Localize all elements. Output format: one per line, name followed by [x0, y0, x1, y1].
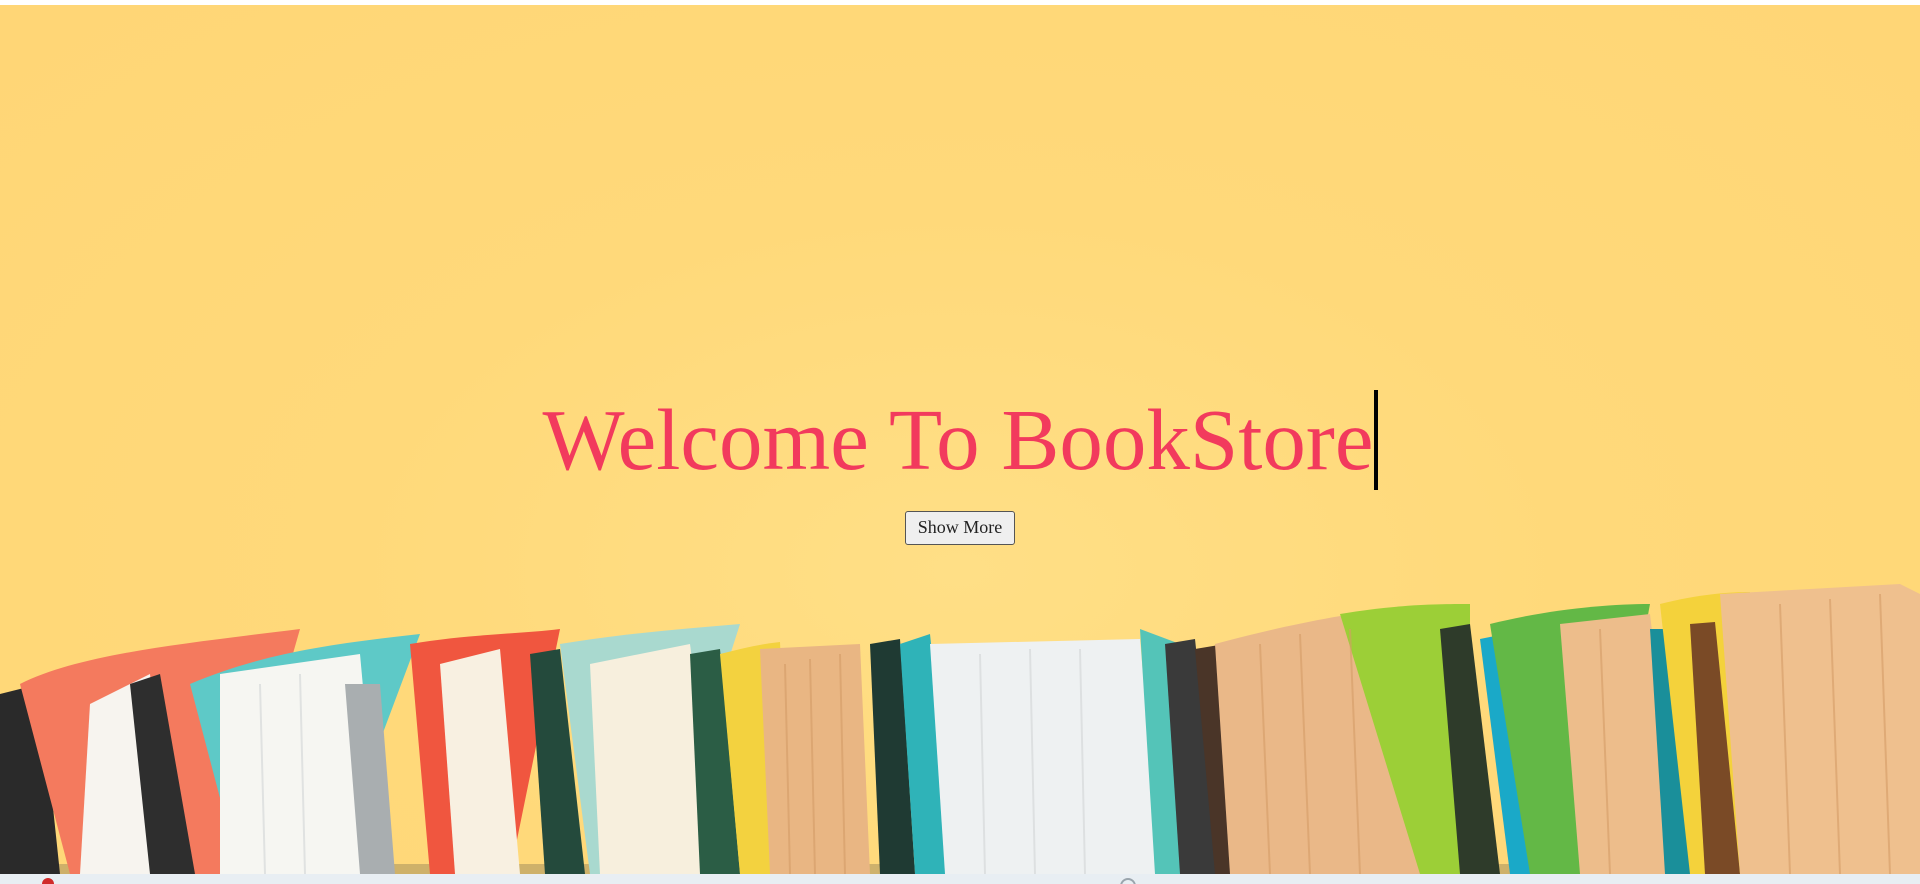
welcome-headline: Welcome To BookStore: [542, 390, 1378, 490]
button-container: Show More: [0, 511, 1920, 545]
headline-container: Welcome To BookStore: [0, 390, 1920, 490]
show-more-button[interactable]: Show More: [904, 511, 1016, 545]
circle-icon: [1120, 878, 1136, 884]
hero-banner: Welcome To BookStore Show More: [0, 5, 1920, 874]
red-marker-icon: [42, 878, 54, 884]
books-row-image: [0, 584, 1920, 874]
next-section-edge: [0, 874, 1920, 884]
page: Welcome To BookStore Show More: [0, 0, 1920, 884]
